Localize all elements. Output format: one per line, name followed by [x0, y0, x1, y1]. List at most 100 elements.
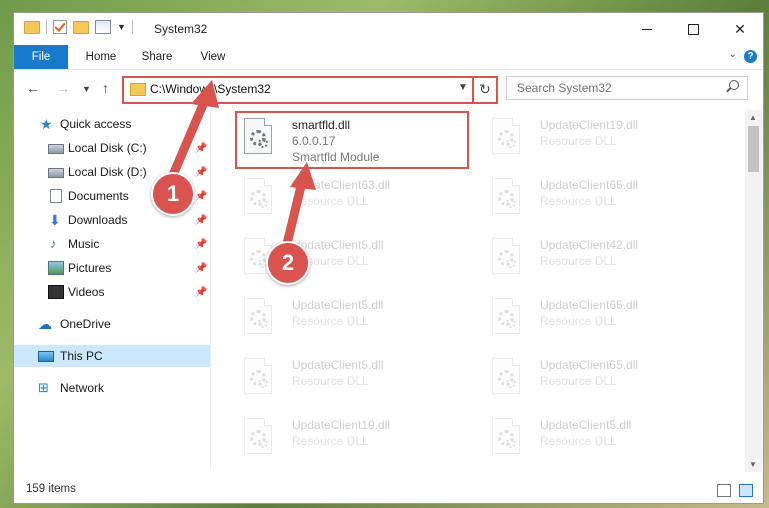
drive-icon — [48, 168, 64, 178]
expand-ribbon-chevron-icon[interactable]: ⌄ — [729, 49, 737, 60]
file-type: Resource DLL — [540, 134, 617, 148]
folder-icon — [24, 20, 40, 34]
drive-icon — [48, 144, 64, 154]
toolbar-divider — [46, 20, 47, 34]
sidebar-item-label: Documents — [68, 189, 129, 203]
file-name: UpdateClient65.dll — [540, 178, 639, 192]
dll-file-icon — [244, 178, 272, 214]
sidebar-item-local-disk-c[interactable]: Local Disk (C:) 📌 — [14, 137, 210, 159]
ribbon-tabs: File Home Share View ⌄ ? — [14, 45, 763, 70]
search-box[interactable] — [506, 76, 748, 100]
search-icon[interactable] — [729, 80, 739, 90]
file-item[interactable]: UpdateClient65.dll Resource DLL — [484, 292, 724, 342]
properties-check-icon[interactable] — [53, 20, 67, 34]
music-icon: ♪ — [50, 236, 57, 251]
title-bar: ▼ System32 ✕ — [14, 13, 763, 45]
large-icons-view-icon[interactable] — [739, 484, 753, 497]
refresh-icon: ↻ — [479, 81, 491, 97]
address-bar[interactable]: C:\Windows\System32 ▼ — [122, 76, 476, 104]
vertical-scrollbar[interactable]: ▲ ▼ — [745, 110, 762, 472]
highlight-box — [235, 111, 469, 169]
navigation-pane: ★ Quick access Local Disk (C:) 📌 Local D… — [14, 110, 211, 470]
help-icon[interactable]: ? — [744, 50, 757, 63]
sidebar-item-quick-access[interactable]: ★ Quick access — [14, 113, 210, 135]
sidebar-item-onedrive[interactable]: ☁ OneDrive — [14, 313, 210, 335]
address-history-chevron-icon[interactable]: ▼ — [458, 82, 468, 93]
sidebar-item-this-pc[interactable]: This PC — [14, 345, 210, 367]
file-item[interactable]: UpdateClient19.dll Resource DLL — [484, 112, 724, 162]
pin-icon[interactable]: 📌 — [195, 263, 207, 274]
scroll-up-arrow-icon[interactable]: ▲ — [749, 113, 757, 122]
file-item[interactable]: UpdateClient63.dll Resource DLL — [236, 172, 476, 222]
file-type: Resource DLL — [292, 314, 369, 328]
maximize-button[interactable] — [670, 13, 716, 45]
file-item[interactable]: UpdateClient19.dll Resource DLL — [236, 412, 476, 462]
star-icon: ★ — [40, 116, 53, 132]
toolbar-divider — [131, 20, 133, 34]
sidebar-item-label: Quick access — [60, 117, 132, 131]
tab-file[interactable]: File — [14, 45, 68, 69]
pin-icon[interactable]: 📌 — [195, 191, 207, 202]
sidebar-item-network[interactable]: ⊞ Network — [14, 377, 210, 399]
sidebar-item-label: Music — [68, 237, 100, 251]
file-item[interactable]: UpdateClient5.dll Resource DLL — [236, 352, 476, 402]
file-item[interactable]: UpdateClient5.dll Resource DLL — [484, 412, 724, 462]
minimize-button[interactable] — [624, 13, 670, 45]
file-item[interactable]: UpdateClient5.dll Resource DLL — [236, 292, 476, 342]
computer-icon — [38, 350, 54, 362]
sidebar-item-pictures[interactable]: Pictures 📌 — [14, 257, 210, 279]
pin-icon[interactable]: 📌 — [195, 287, 207, 298]
sidebar-item-label: Network — [60, 381, 105, 395]
pin-icon[interactable]: 📌 — [195, 215, 207, 226]
step-badge-2: 2 — [266, 241, 310, 285]
address-path[interactable]: C:\Windows\System32 — [150, 82, 271, 96]
file-item[interactable]: UpdateClient42.dll Resource DLL — [484, 232, 724, 282]
sidebar-item-label: Downloads — [68, 213, 128, 227]
folder-icon — [130, 83, 146, 96]
new-folder-icon[interactable] — [73, 20, 89, 34]
scroll-thumb[interactable] — [748, 126, 759, 172]
customize-toolbar-chevron-icon[interactable]: ▼ — [117, 22, 126, 32]
scroll-down-arrow-icon[interactable]: ▼ — [749, 460, 757, 469]
sidebar-item-label: Local Disk (C:) — [68, 141, 147, 155]
dll-file-icon — [492, 238, 520, 274]
file-type: Resource DLL — [292, 374, 369, 388]
close-button[interactable]: ✕ — [717, 13, 763, 45]
back-arrow-icon[interactable]: ← — [26, 80, 40, 96]
file-type: Resource DLL — [540, 374, 617, 388]
status-bar: 159 items — [14, 479, 763, 501]
details-view-icon[interactable] — [717, 484, 731, 497]
file-name: UpdateClient5.dll — [292, 358, 384, 372]
step-badge-1: 1 — [151, 172, 195, 216]
dll-file-icon — [492, 418, 520, 454]
tab-view[interactable]: View — [190, 45, 236, 69]
sidebar-item-label: Videos — [68, 285, 105, 299]
pin-icon[interactable]: 📌 — [195, 239, 207, 250]
download-icon: ⬇ — [49, 212, 61, 228]
window-title: System32 — [154, 22, 208, 36]
pin-icon[interactable]: 📌 — [195, 143, 207, 154]
quick-access-toolbar: ▼ — [24, 20, 133, 34]
documents-icon — [50, 189, 62, 203]
forward-arrow-icon[interactable]: → — [56, 80, 70, 96]
dll-file-icon — [492, 118, 520, 154]
sidebar-item-videos[interactable]: Videos 📌 — [14, 281, 210, 303]
tab-share[interactable]: Share — [132, 45, 182, 69]
file-name: UpdateClient65.dll — [540, 358, 639, 372]
up-arrow-icon[interactable]: ↑ — [102, 80, 109, 96]
recent-locations-chevron-icon[interactable]: ▼ — [82, 84, 91, 94]
file-name: UpdateClient19.dll — [292, 418, 391, 432]
dll-file-icon — [244, 298, 272, 334]
item-count: 159 items — [26, 483, 76, 495]
file-type: Resource DLL — [540, 314, 617, 328]
pin-icon[interactable]: 📌 — [195, 167, 207, 178]
search-input[interactable] — [515, 80, 719, 96]
refresh-button[interactable]: ↻ — [472, 76, 498, 104]
properties-icon[interactable] — [95, 20, 111, 34]
dll-file-icon — [244, 358, 272, 394]
file-item[interactable]: UpdateClient65.dll Resource DLL — [484, 172, 724, 222]
file-item[interactable]: UpdateClient65.dll Resource DLL — [484, 352, 724, 402]
file-type: Resource DLL — [292, 194, 369, 208]
sidebar-item-music[interactable]: ♪ Music 📌 — [14, 233, 210, 255]
tab-home[interactable]: Home — [76, 45, 126, 69]
